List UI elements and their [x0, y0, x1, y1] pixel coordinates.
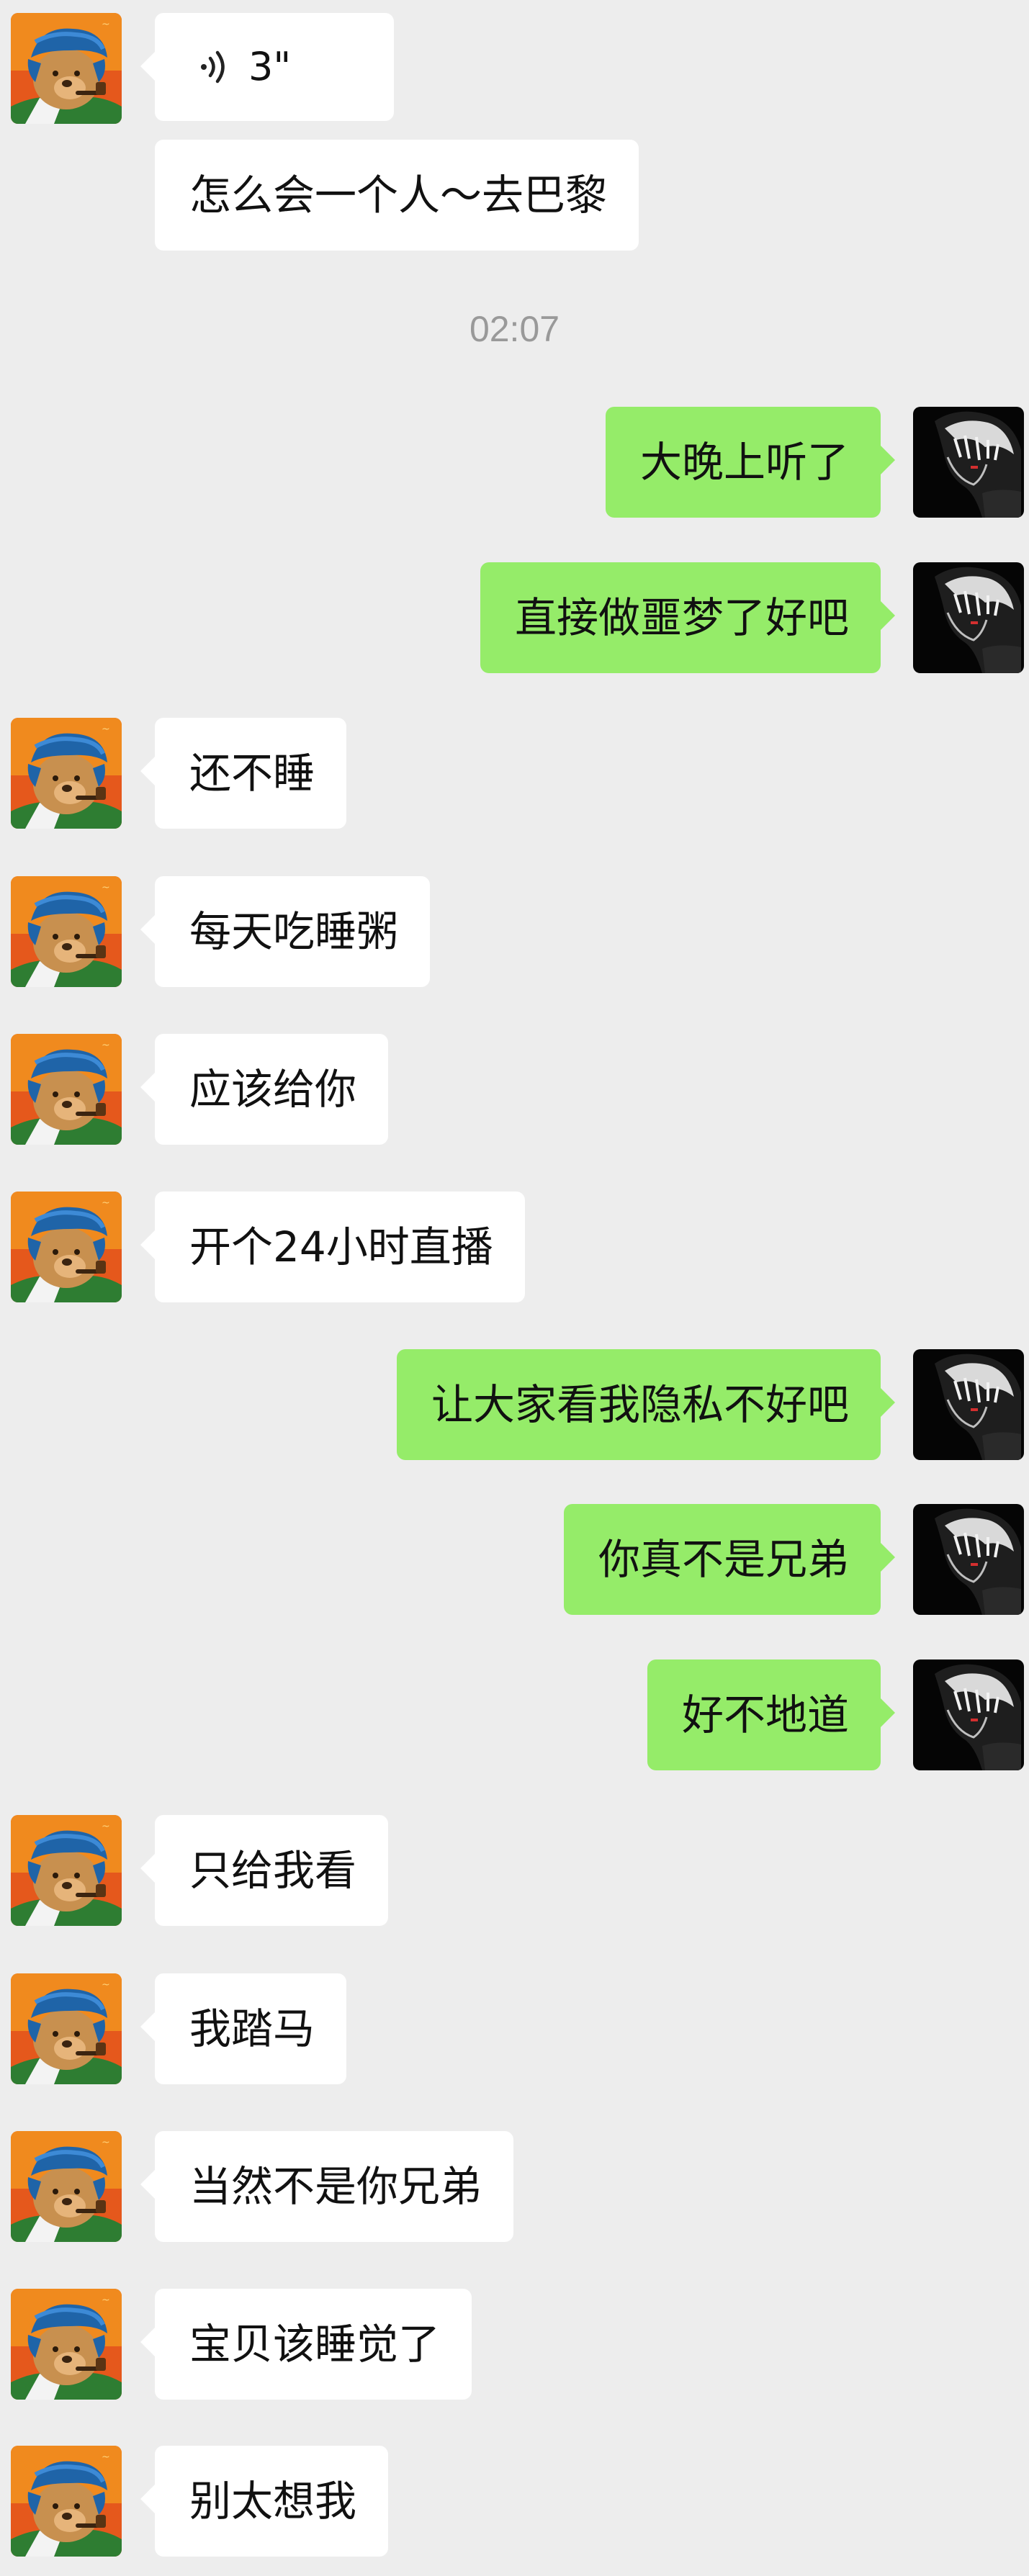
contact-avatar[interactable]: [11, 1815, 122, 1926]
message-bubble[interactable]: 只给我看: [140, 1815, 389, 1926]
message-bubble[interactable]: 我踏马: [140, 1973, 347, 2084]
contact-avatar[interactable]: [11, 2289, 122, 2400]
message-bubble[interactable]: 让大家看我隐私不好吧: [396, 1349, 896, 1460]
contact-avatar[interactable]: [11, 1034, 122, 1145]
contact-avatar[interactable]: [11, 1192, 122, 1302]
message-bubble[interactable]: 你真不是兄弟: [563, 1504, 896, 1615]
self-avatar[interactable]: [913, 407, 1024, 518]
message-bubble[interactable]: 当然不是你兄弟: [140, 2131, 514, 2242]
message-bubble[interactable]: 好不地道: [647, 1659, 896, 1770]
message-bubble[interactable]: 应该给你: [140, 1034, 389, 1145]
voice-message-bubble[interactable]: 3": [140, 13, 394, 121]
contact-avatar[interactable]: [11, 718, 122, 829]
timestamp: 02:07: [469, 309, 560, 349]
message-bubble[interactable]: 直接做噩梦了好吧: [480, 562, 896, 673]
message-bubble[interactable]: 开个24小时直播: [140, 1192, 525, 1302]
contact-avatar[interactable]: [11, 1973, 122, 2084]
message-bubble[interactable]: 宝贝该睡觉了: [140, 2289, 472, 2400]
contact-avatar[interactable]: [11, 876, 122, 987]
voice-wave-icon: [198, 49, 234, 85]
self-avatar[interactable]: [913, 1659, 1024, 1770]
contact-avatar[interactable]: [11, 13, 122, 124]
message-bubble[interactable]: 别太想我: [140, 2446, 389, 2557]
self-avatar[interactable]: [913, 562, 1024, 673]
self-avatar[interactable]: [913, 1349, 1024, 1460]
message-bubble[interactable]: 每天吃睡粥: [140, 876, 431, 987]
self-avatar[interactable]: [913, 1504, 1024, 1615]
message-bubble[interactable]: 大晚上听了: [605, 407, 896, 518]
contact-avatar[interactable]: [11, 2446, 122, 2557]
message-bubble[interactable]: 还不睡: [140, 718, 347, 829]
message-bubble[interactable]: 怎么会一个人～去巴黎: [155, 140, 639, 251]
contact-avatar[interactable]: [11, 2131, 122, 2242]
voice-duration: 3": [248, 44, 292, 89]
